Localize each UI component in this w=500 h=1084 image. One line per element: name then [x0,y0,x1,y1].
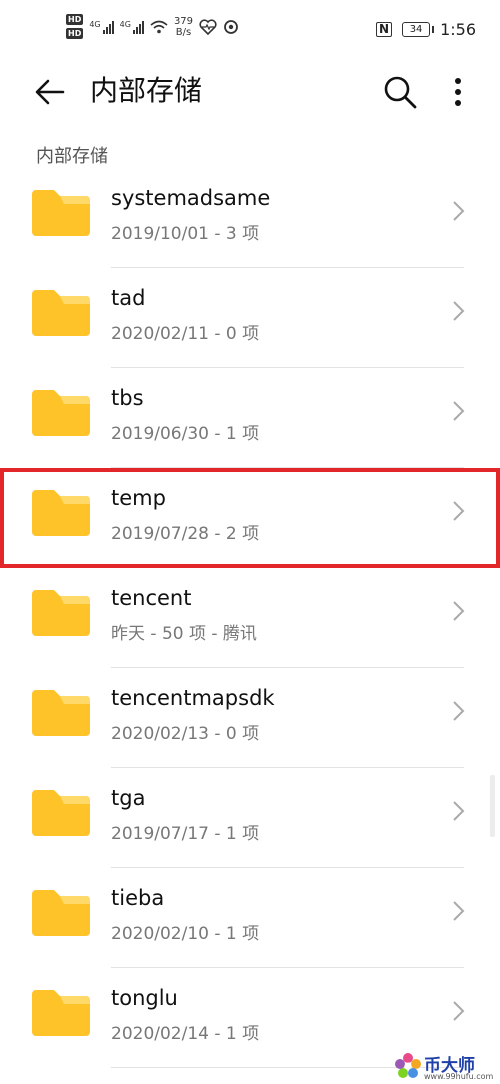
folder-meta: 2019/06/30 - 1 项 [111,424,260,444]
status-bar: HD HD 4G 4G 379 B/s N 34 1:56 [0,0,500,60]
heart-rate-icon [199,18,217,35]
app-bar: 内部存储 [0,60,500,122]
chevron-right-icon [453,901,465,921]
folder-row-highlighted[interactable]: temp 2019/07/28 - 2 项 [0,468,500,568]
folder-icon [32,190,90,236]
folder-name: tencent [111,586,192,610]
chevron-right-icon [453,801,465,821]
folder-name: tencentmapsdk [111,686,275,710]
folder-icon [32,790,90,836]
more-options-button[interactable] [440,70,476,114]
chevron-right-icon [453,401,465,421]
chevron-right-icon [453,201,465,221]
search-button[interactable] [378,70,422,114]
folder-meta: 2019/10/01 - 3 项 [111,224,260,244]
back-arrow-icon [35,79,65,105]
folder-icon [32,990,90,1036]
breadcrumb[interactable]: 内部存储 [36,142,108,168]
hd-indicators: HD HD [66,14,84,39]
folder-name: tad [111,286,146,310]
folder-row[interactable]: systemadsame 2019/10/01 - 3 项 [0,168,500,268]
folder-row[interactable]: tbs 2019/06/30 - 1 项 [0,368,500,468]
folder-icon [32,390,90,436]
folder-icon [32,590,90,636]
flower-logo-icon [395,1053,421,1078]
folder-name: systemadsame [111,186,271,210]
network-speed: 379 B/s [173,15,194,38]
wifi-icon [150,20,168,33]
folder-name: tga [111,786,146,810]
status-right: N 34 1:56 [376,20,476,39]
status-left: HD HD 4G 4G 379 B/s [66,14,239,39]
folder-name: tonglu [111,986,178,1010]
folder-name: temp [111,486,166,510]
folder-row[interactable]: tencent 昨天 - 50 项 - 腾讯 [0,568,500,668]
search-icon [384,76,417,109]
folder-icon [32,290,90,336]
nfc-icon: N [376,22,393,37]
watermark-logo: 币大师 www.99hufu.com [394,1050,498,1084]
back-button[interactable] [30,72,70,112]
page-title: 内部存储 [90,74,203,107]
chevron-right-icon [453,501,465,521]
folder-meta: 2019/07/28 - 2 项 [111,524,260,544]
folder-icon [32,490,90,536]
folder-row[interactable]: tga 2019/07/17 - 1 项 [0,768,500,868]
hd-icon: HD [66,14,84,25]
folder-meta: 昨天 - 50 项 - 腾讯 [111,624,257,644]
hd-icon: HD [66,28,84,39]
signal-icon: 4G [89,20,114,34]
file-list: systemadsame 2019/10/01 - 3 项 tad 2020/0… [0,168,500,1068]
chevron-right-icon [453,1001,465,1021]
folder-meta: 2019/07/17 - 1 项 [111,824,260,844]
signal-icon: 4G [120,20,144,34]
folder-row[interactable]: tieba 2020/02/10 - 1 项 [0,868,500,968]
clock: 1:56 [440,20,476,39]
more-vertical-icon [455,78,461,106]
scrollbar-thumb[interactable] [490,775,495,837]
folder-meta: 2020/02/11 - 0 项 [111,324,260,344]
folder-row[interactable]: tad 2020/02/11 - 0 项 [0,268,500,368]
folder-meta: 2020/02/10 - 1 项 [111,924,260,944]
chevron-right-icon [453,301,465,321]
folder-icon [32,690,90,736]
folder-meta: 2020/02/13 - 0 项 [111,724,260,744]
watermark-url: www.99hufu.com [424,1072,494,1081]
chevron-right-icon [453,701,465,721]
folder-name: tbs [111,386,144,410]
chevron-right-icon [453,601,465,621]
spiral-icon [224,19,238,34]
folder-name: tieba [111,886,165,910]
folder-meta: 2020/02/14 - 1 项 [111,1024,260,1044]
battery-icon: 34 [402,22,435,37]
folder-row[interactable]: tencentmapsdk 2020/02/13 - 0 项 [0,668,500,768]
folder-icon [32,890,90,936]
